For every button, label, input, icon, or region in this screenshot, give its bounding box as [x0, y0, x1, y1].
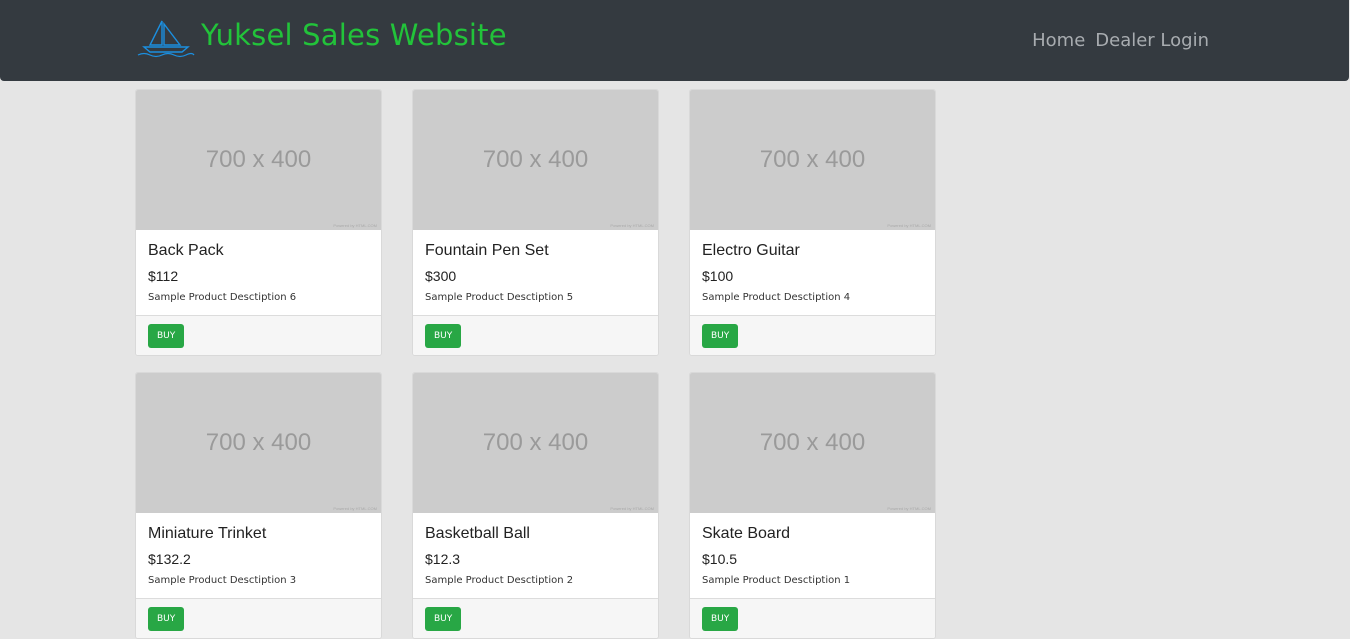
product-image-placeholder: 700 x 400 Powered by HTML.COM [690, 373, 935, 513]
card-footer: BUY [413, 598, 658, 638]
image-credit: Powered by HTML.COM [610, 223, 654, 228]
nav-links: Home Dealer Login [1032, 30, 1209, 51]
product-price: $112 [148, 268, 179, 284]
brand-title: Yuksel Sales Website [201, 18, 507, 52]
card-footer: BUY [413, 315, 658, 355]
product-title: Miniature Trinket [148, 525, 267, 542]
image-credit: Powered by HTML.COM [610, 506, 654, 511]
card-body: Basketball Ball $12.3 Sample Product Des… [413, 513, 658, 598]
card-footer: BUY [136, 315, 381, 355]
product-price: $12.3 [425, 551, 461, 567]
product-description: Sample Product Desctiption 1 [702, 575, 851, 586]
card-body: Fountain Pen Set $300 Sample Product Des… [413, 230, 658, 315]
product-description: Sample Product Desctiption 3 [148, 575, 297, 586]
buy-button[interactable]: BUY [702, 607, 739, 631]
product-price: $100 [702, 268, 734, 284]
product-title: Fountain Pen Set [425, 242, 549, 259]
product-title: Electro Guitar [702, 242, 800, 259]
product-grid: 700 x 400 Powered by HTML.COM Back Pack … [135, 89, 940, 639]
product-image-placeholder: 700 x 400 Powered by HTML.COM [690, 90, 935, 230]
product-card: 700 x 400 Powered by HTML.COM Basketball… [412, 372, 659, 639]
product-image-placeholder: 700 x 400 Powered by HTML.COM [136, 90, 381, 230]
card-body: Miniature Trinket $132.2 Sample Product … [136, 513, 381, 598]
image-credit: Powered by HTML.COM [887, 223, 931, 228]
product-price: $10.5 [702, 551, 738, 567]
buy-button[interactable]: BUY [148, 607, 185, 631]
top-navbar: Yuksel Sales Website Home Dealer Login [0, 0, 1349, 81]
image-size-label: 700 x 400 [205, 146, 312, 173]
product-image-placeholder: 700 x 400 Powered by HTML.COM [413, 373, 658, 513]
image-credit: Powered by HTML.COM [887, 506, 931, 511]
nav-dealer-login-link[interactable]: Dealer Login [1095, 30, 1209, 51]
card-footer: BUY [136, 598, 381, 638]
product-card: 700 x 400 Powered by HTML.COM Skate Boar… [689, 372, 936, 639]
product-description: Sample Product Desctiption 5 [425, 292, 574, 303]
card-body: Electro Guitar $100 Sample Product Desct… [690, 230, 935, 315]
product-description: Sample Product Desctiption 2 [425, 575, 574, 586]
product-description: Sample Product Desctiption 6 [148, 292, 297, 303]
image-size-label: 700 x 400 [759, 429, 866, 456]
image-size-label: 700 x 400 [482, 146, 589, 173]
product-image-placeholder: 700 x 400 Powered by HTML.COM [413, 90, 658, 230]
card-body: Skate Board $10.5 Sample Product Desctip… [690, 513, 935, 598]
sailboat-logo-icon [137, 20, 195, 58]
product-card: 700 x 400 Powered by HTML.COM Fountain P… [412, 89, 659, 356]
image-size-label: 700 x 400 [482, 429, 589, 456]
image-credit: Powered by HTML.COM [333, 506, 377, 511]
product-title: Skate Board [702, 525, 791, 542]
image-size-label: 700 x 400 [205, 429, 312, 456]
buy-button[interactable]: BUY [425, 324, 462, 348]
product-card: 700 x 400 Powered by HTML.COM Electro Gu… [689, 89, 936, 356]
image-size-label: 700 x 400 [759, 146, 866, 173]
card-footer: BUY [690, 598, 935, 638]
product-price: $300 [425, 268, 457, 284]
card-body: Back Pack $112 Sample Product Desctiptio… [136, 230, 381, 315]
brand-link[interactable]: Yuksel Sales Website [136, 18, 507, 58]
buy-button[interactable]: BUY [702, 324, 739, 348]
buy-button[interactable]: BUY [425, 607, 462, 631]
product-card: 700 x 400 Powered by HTML.COM Back Pack … [135, 89, 382, 356]
product-description: Sample Product Desctiption 4 [702, 292, 851, 303]
image-credit: Powered by HTML.COM [333, 223, 377, 228]
nav-home-link[interactable]: Home [1032, 30, 1085, 51]
product-price: $132.2 [148, 551, 191, 567]
buy-button[interactable]: BUY [148, 324, 185, 348]
card-footer: BUY [690, 315, 935, 355]
product-image-placeholder: 700 x 400 Powered by HTML.COM [136, 373, 381, 513]
product-title: Basketball Ball [425, 525, 530, 542]
product-title: Back Pack [148, 242, 224, 259]
product-card: 700 x 400 Powered by HTML.COM Miniature … [135, 372, 382, 639]
